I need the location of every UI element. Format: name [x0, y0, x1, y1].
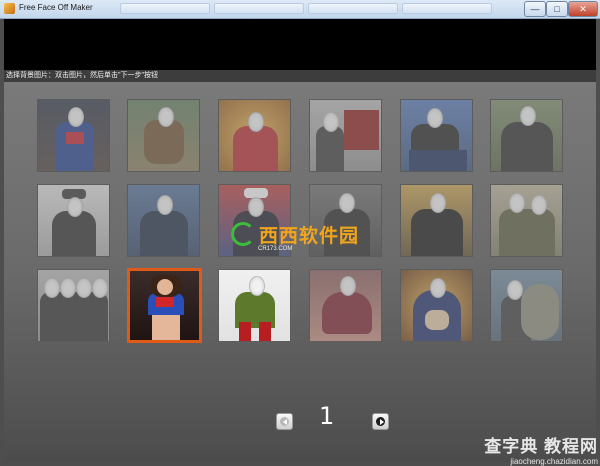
thumbnail-sitting-woman[interactable] [309, 269, 382, 342]
corner-watermark-url: jiaocheng.chazidian.com [510, 457, 598, 466]
minimize-button[interactable]: — [524, 1, 546, 17]
header-banner [4, 19, 596, 70]
corner-watermark: 查字典 教程网 jiaocheng.chazidian.com [452, 432, 598, 466]
watermark-logo-text: 西西软件园 [259, 225, 360, 247]
watermark-logo: 西西软件园 [231, 221, 369, 247]
thumbnail-fisherman-big-fish[interactable] [490, 269, 563, 342]
thumbnail-soldier-group[interactable] [490, 184, 563, 257]
background-tab[interactable] [120, 3, 210, 14]
watermark-circle-icon [231, 222, 255, 246]
maximize-button[interactable]: □ [546, 1, 568, 17]
thumbnail-saint-portrait[interactable] [218, 99, 291, 172]
thumbnail-oscar-tuxedo[interactable] [400, 184, 473, 257]
thumbnail-men-in-suits-group[interactable] [37, 269, 110, 342]
background-tab[interactable] [214, 3, 304, 14]
watermark-logo-subtext: CR173.COM [258, 246, 293, 252]
close-button[interactable]: ✕ [568, 1, 598, 17]
previous-page-button[interactable] [276, 413, 293, 430]
thumbnail-superhero-woman[interactable] [218, 269, 291, 342]
corner-watermark-title: 查字典 教程网 [484, 437, 598, 456]
page-number: 1 [319, 402, 335, 430]
window-titlebar: Free Face Off Maker — □ ✕ [0, 0, 600, 19]
thumbnail-police-officer-dark[interactable] [127, 184, 200, 257]
background-tab[interactable] [308, 3, 398, 14]
next-page-button[interactable] [372, 413, 389, 430]
thumbnail-fisherman[interactable] [127, 99, 200, 172]
thumbnail-police-officer-white[interactable] [37, 184, 110, 257]
thumbnail-madonna-painting[interactable] [400, 269, 473, 342]
thumbnail-samurai-kimono[interactable] [490, 99, 563, 172]
thumbnail-superman[interactable] [37, 99, 110, 172]
thumbnail-walking-dead-poster[interactable] [309, 99, 382, 172]
thumbnail-president-elect[interactable] [400, 99, 473, 172]
background-taskbar-tabs [120, 3, 492, 15]
background-tab[interactable] [402, 3, 492, 14]
instruction-text: 选择背景图片：双击图片，然后单击"下一步"按钮 [4, 70, 596, 82]
thumbnail-superwoman-selected[interactable] [127, 268, 202, 343]
window-title: Free Face Off Maker [19, 3, 93, 12]
app-icon [4, 3, 15, 14]
